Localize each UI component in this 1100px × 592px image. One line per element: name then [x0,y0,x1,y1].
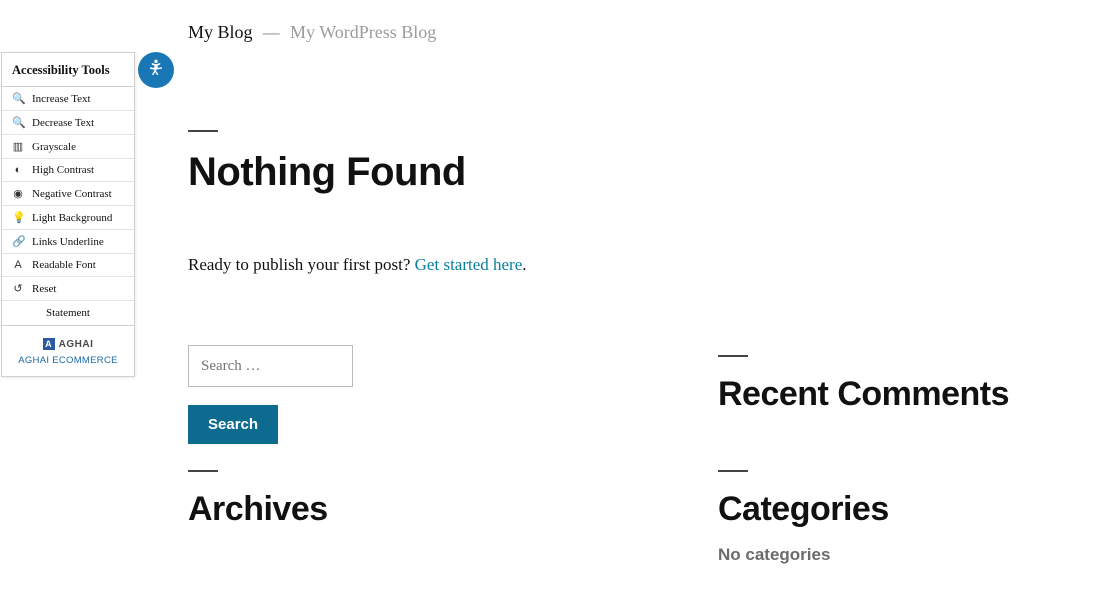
acc-item-label: Reset [32,283,56,295]
acc-item-high-contrast[interactable]: ◐ High Contrast [2,159,134,182]
font-icon: A [12,259,24,271]
acc-item-links-underline[interactable]: 🔗 Links Underline [2,230,134,254]
zoom-out-icon: 🔍 [12,116,24,129]
acc-item-light-background[interactable]: 💡 Light Background [2,206,134,230]
page-title: Nothing Found [188,150,1058,195]
acc-item-label: Light Background [32,212,112,224]
widgets-row: Archives Categories No categories [188,470,1058,565]
acc-item-reset[interactable]: ↺ Reset [2,277,134,301]
accessibility-panel: Accessibility Tools 🔍 Increase Text 🔍 De… [1,52,135,377]
acc-item-readable-font[interactable]: A Readable Font [2,254,134,277]
widget-categories: Categories No categories [718,470,1058,565]
accessibility-panel-title: Accessibility Tools [2,53,134,87]
acc-item-grayscale[interactable]: ▥ Grayscale [2,135,134,159]
widget-archives: Archives [188,470,718,565]
intro-text: Ready to publish your first post? Get st… [188,255,1058,275]
acc-item-decrease-text[interactable]: 🔍 Decrease Text [2,111,134,135]
separator-line [188,130,218,132]
acc-item-label: Decrease Text [32,117,94,129]
acc-item-increase-text[interactable]: 🔍 Increase Text [2,87,134,111]
acc-item-label: Grayscale [32,141,76,153]
acc-item-label: Readable Font [32,259,96,271]
categories-title: Categories [718,490,1058,529]
contrast-icon: ◐ [12,164,24,176]
search-button[interactable]: Search [188,405,278,444]
acc-item-label: Links Underline [32,236,104,248]
link-icon: 🔗 [12,235,24,248]
separator-line [718,470,748,472]
accessibility-icon [146,58,166,83]
acc-statement-link[interactable]: Statement [2,301,134,326]
site-title[interactable]: My Blog [188,22,253,42]
site-separator: — [257,23,286,42]
acc-item-label: High Contrast [32,164,94,176]
grayscale-icon: ▥ [12,140,24,153]
acc-brand: A AGHAI AGHAI ECOMMERCE [2,326,134,376]
zoom-in-icon: 🔍 [12,92,24,105]
separator-line [718,355,748,357]
acc-item-label: Negative Contrast [32,188,112,200]
acc-item-negative-contrast[interactable]: ◉ Negative Contrast [2,182,134,206]
widget-recent-comments: Recent Comments [718,355,1058,414]
separator-line [188,470,218,472]
intro-suffix: . [522,255,526,274]
acc-brand-link[interactable]: AGHAI ECOMMERCE [2,355,134,366]
intro-prefix: Ready to publish your first post? [188,255,415,274]
eye-icon: ◉ [12,187,24,200]
site-header: My Blog — My WordPress Blog [188,22,436,43]
acc-brand-logo: A AGHAI [43,338,94,350]
recent-comments-title: Recent Comments [718,375,1058,414]
get-started-link[interactable]: Get started here [415,255,523,274]
brand-logo-icon: A [43,338,55,350]
search-input[interactable] [188,345,353,387]
brand-name: AGHAI [59,339,94,350]
no-categories-text: No categories [718,545,1058,565]
acc-item-label: Increase Text [32,93,91,105]
site-tagline: My WordPress Blog [290,22,436,42]
reset-icon: ↺ [12,282,24,295]
accessibility-toggle-button[interactable] [138,52,174,88]
archives-title: Archives [188,490,718,529]
lightbulb-icon: 💡 [12,211,24,224]
